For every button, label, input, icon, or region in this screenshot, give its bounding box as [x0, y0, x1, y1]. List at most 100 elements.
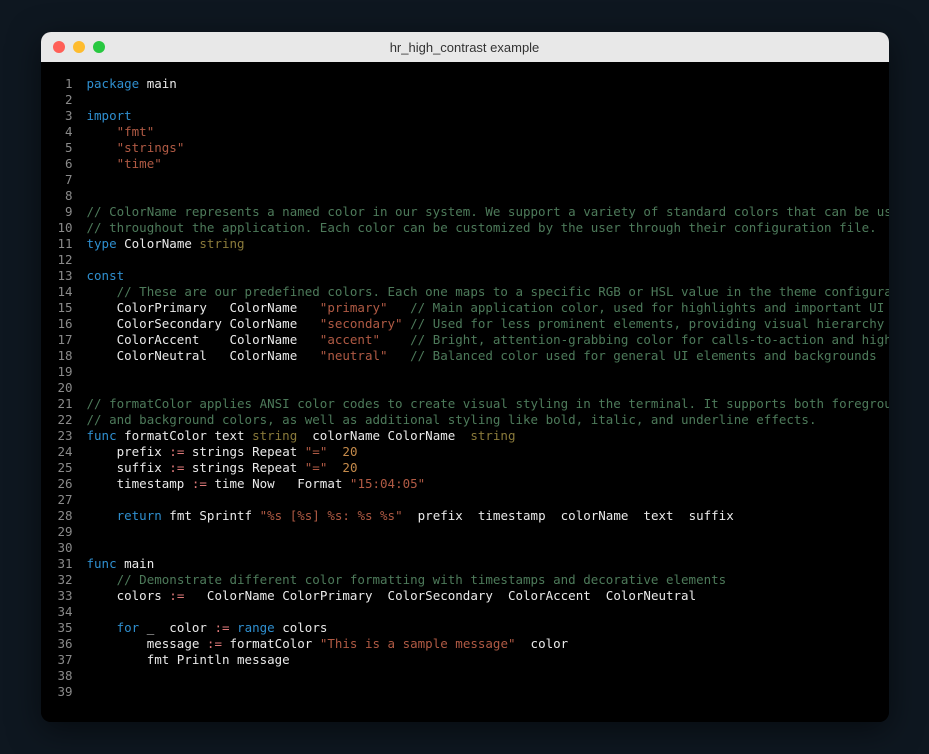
code-line[interactable]: 11type ColorName string — [41, 236, 875, 252]
code-line[interactable]: 33 colors := ColorName ColorPrimary Colo… — [41, 588, 875, 604]
code-content[interactable] — [87, 668, 875, 684]
code-content[interactable]: fmt Println message — [87, 652, 875, 668]
code-line[interactable]: 21// formatColor applies ANSI color code… — [41, 396, 875, 412]
code-line[interactable]: 1package main — [41, 76, 875, 92]
code-content[interactable]: return fmt Sprintf "%s [%s] %s: %s %s" p… — [87, 508, 875, 524]
code-line[interactable]: 37 fmt Println message — [41, 652, 875, 668]
code-line[interactable]: 34 — [41, 604, 875, 620]
code-content[interactable]: ColorNeutral ColorName "neutral" // Bala… — [87, 348, 877, 364]
code-content[interactable] — [87, 252, 875, 268]
code-line[interactable]: 29 — [41, 524, 875, 540]
code-line[interactable]: 15 ColorPrimary ColorName "primary" // M… — [41, 300, 875, 316]
code-line[interactable]: 23func formatColor text string colorName… — [41, 428, 875, 444]
code-line[interactable]: 18 ColorNeutral ColorName "neutral" // B… — [41, 348, 875, 364]
line-number: 29 — [41, 524, 87, 540]
code-line[interactable]: 30 — [41, 540, 875, 556]
code-line[interactable]: 3import — [41, 108, 875, 124]
line-number: 17 — [41, 332, 87, 348]
code-line[interactable]: 24 prefix := strings Repeat "=" 20 — [41, 444, 875, 460]
line-number: 38 — [41, 668, 87, 684]
code-content[interactable]: // formatColor applies ANSI color codes … — [87, 396, 889, 412]
code-line[interactable]: 31func main — [41, 556, 875, 572]
line-number: 18 — [41, 348, 87, 364]
code-content[interactable]: "strings" — [87, 140, 875, 156]
code-content[interactable]: suffix := strings Repeat "=" 20 — [87, 460, 875, 476]
code-line[interactable]: 9// ColorName represents a named color i… — [41, 204, 875, 220]
line-number: 2 — [41, 92, 87, 108]
code-content[interactable] — [87, 172, 875, 188]
code-line[interactable]: 7 — [41, 172, 875, 188]
code-line[interactable]: 19 — [41, 364, 875, 380]
code-content[interactable]: // Demonstrate different color formattin… — [87, 572, 875, 588]
line-number: 23 — [41, 428, 87, 444]
line-number: 12 — [41, 252, 87, 268]
code-line[interactable]: 14 // These are our predefined colors. E… — [41, 284, 875, 300]
code-line[interactable]: 5 "strings" — [41, 140, 875, 156]
code-line[interactable]: 39 — [41, 684, 875, 700]
code-content[interactable]: const — [87, 268, 875, 284]
code-content[interactable]: func formatColor text string colorName C… — [87, 428, 875, 444]
code-content[interactable]: package main — [87, 76, 875, 92]
line-number: 1 — [41, 76, 87, 92]
line-number: 9 — [41, 204, 87, 220]
line-number: 6 — [41, 156, 87, 172]
code-content[interactable] — [87, 684, 875, 700]
code-content[interactable] — [87, 380, 875, 396]
code-line[interactable]: 6 "time" — [41, 156, 875, 172]
line-number: 16 — [41, 316, 87, 332]
code-line[interactable]: 28 return fmt Sprintf "%s [%s] %s: %s %s… — [41, 508, 875, 524]
code-content[interactable]: "fmt" — [87, 124, 875, 140]
line-number: 5 — [41, 140, 87, 156]
code-content[interactable]: prefix := strings Repeat "=" 20 — [87, 444, 875, 460]
line-number: 21 — [41, 396, 87, 412]
code-line[interactable]: 17 ColorAccent ColorName "accent" // Bri… — [41, 332, 875, 348]
code-content[interactable]: ColorSecondary ColorName "secondary" // … — [87, 316, 885, 332]
zoom-icon[interactable] — [93, 41, 105, 53]
code-content[interactable] — [87, 604, 875, 620]
code-content[interactable]: "time" — [87, 156, 875, 172]
code-line[interactable]: 8 — [41, 188, 875, 204]
close-icon[interactable] — [53, 41, 65, 53]
code-content[interactable]: timestamp := time Now Format "15:04:05" — [87, 476, 875, 492]
code-content[interactable]: ColorPrimary ColorName "primary" // Main… — [87, 300, 889, 316]
code-content[interactable]: colors := ColorName ColorPrimary ColorSe… — [87, 588, 875, 604]
code-content[interactable] — [87, 492, 875, 508]
code-editor[interactable]: 1package main2 3import4 "fmt"5 "strings"… — [41, 62, 889, 722]
code-line[interactable]: 2 — [41, 92, 875, 108]
code-content[interactable]: // These are our predefined colors. Each… — [87, 284, 889, 300]
code-line[interactable]: 4 "fmt" — [41, 124, 875, 140]
minimize-icon[interactable] — [73, 41, 85, 53]
code-line[interactable]: 12 — [41, 252, 875, 268]
code-content[interactable] — [87, 364, 875, 380]
code-content[interactable]: import — [87, 108, 875, 124]
code-line[interactable]: 13const — [41, 268, 875, 284]
code-line[interactable]: 25 suffix := strings Repeat "=" 20 — [41, 460, 875, 476]
code-line[interactable]: 16 ColorSecondary ColorName "secondary" … — [41, 316, 875, 332]
code-content[interactable]: type ColorName string — [87, 236, 875, 252]
code-content[interactable]: // and background colors, as well as add… — [87, 412, 875, 428]
line-number: 30 — [41, 540, 87, 556]
line-number: 25 — [41, 460, 87, 476]
line-number: 13 — [41, 268, 87, 284]
code-content[interactable] — [87, 524, 875, 540]
code-content[interactable]: func main — [87, 556, 875, 572]
code-line[interactable]: 27 — [41, 492, 875, 508]
line-number: 24 — [41, 444, 87, 460]
code-content[interactable]: // throughout the application. Each colo… — [87, 220, 877, 236]
code-content[interactable] — [87, 188, 875, 204]
code-line[interactable]: 20 — [41, 380, 875, 396]
code-line[interactable]: 10// throughout the application. Each co… — [41, 220, 875, 236]
code-content[interactable]: // ColorName represents a named color in… — [87, 204, 889, 220]
code-line[interactable]: 35 for _ color := range colors — [41, 620, 875, 636]
code-content[interactable] — [87, 92, 875, 108]
line-number: 36 — [41, 636, 87, 652]
code-line[interactable]: 36 message := formatColor "This is a sam… — [41, 636, 875, 652]
code-line[interactable]: 32 // Demonstrate different color format… — [41, 572, 875, 588]
code-content[interactable]: message := formatColor "This is a sample… — [87, 636, 875, 652]
code-line[interactable]: 26 timestamp := time Now Format "15:04:0… — [41, 476, 875, 492]
code-line[interactable]: 22// and background colors, as well as a… — [41, 412, 875, 428]
code-content[interactable]: ColorAccent ColorName "accent" // Bright… — [87, 332, 889, 348]
code-content[interactable]: for _ color := range colors — [87, 620, 875, 636]
code-line[interactable]: 38 — [41, 668, 875, 684]
code-content[interactable] — [87, 540, 875, 556]
